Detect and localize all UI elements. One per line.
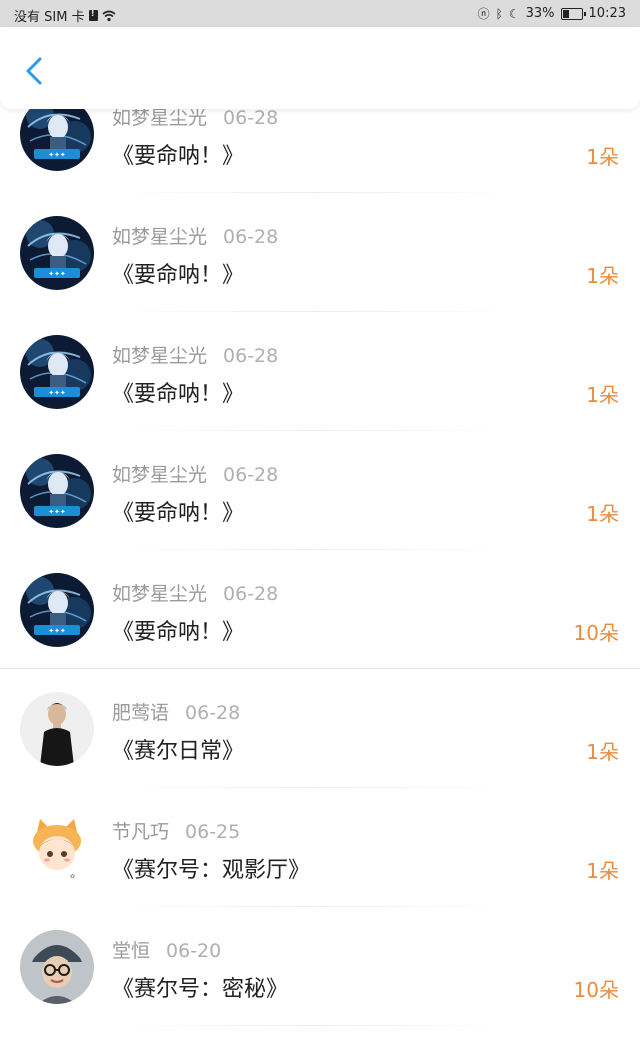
- name-date-line: 如梦星尘光 06-28: [112, 222, 278, 249]
- record-list-item[interactable]: 堂恒 06-20 《赛尔号：密秘》 10朵: [0, 929, 640, 1048]
- flower-amount: 1朵: [586, 502, 619, 526]
- record-date: 06-20: [166, 940, 222, 962]
- sender-name: 肥莺语: [112, 702, 170, 724]
- record-date: 06-28: [223, 107, 279, 129]
- record-date: 06-28: [223, 583, 279, 605]
- row-divider: [0, 668, 640, 669]
- record-list-item[interactable]: ✦✦✦ 如梦星尘光 06-28 《要命呐！》 10朵: [0, 572, 640, 691]
- sender-name: 节凡巧: [112, 821, 170, 843]
- flower-amount: 1朵: [586, 383, 619, 407]
- name-date-line: 如梦星尘光 06-28: [112, 460, 278, 487]
- svg-text:✦✦✦: ✦✦✦: [48, 627, 66, 635]
- row-divider: [120, 192, 510, 193]
- record-date: 06-28: [223, 226, 279, 248]
- work-title: 《要命呐！》: [112, 263, 245, 288]
- row-divider: [120, 430, 510, 431]
- record-list-item[interactable]: ✿ 节凡巧 06-25 《赛尔号：观影厅》 1朵: [0, 810, 640, 929]
- record-date: 06-28: [223, 345, 279, 367]
- work-title: 《要命呐！》: [112, 144, 245, 169]
- work-title: 《要命呐！》: [112, 501, 245, 526]
- record-list-item[interactable]: 肥莺语 06-28 《赛尔日常》 1朵: [0, 691, 640, 810]
- work-title: 《要命呐！》: [112, 620, 245, 645]
- flower-amount: 1朵: [586, 740, 619, 764]
- svg-text:✦✦✦: ✦✦✦: [48, 151, 66, 159]
- row-divider: [120, 1025, 510, 1026]
- sender-name: 如梦星尘光: [112, 345, 208, 367]
- record-date: 06-28: [185, 702, 241, 724]
- record-list-item[interactable]: ✦✦✦ 如梦星尘光 06-28 《要命呐！》 1朵: [0, 334, 640, 453]
- back-button[interactable]: [16, 51, 52, 91]
- avatar[interactable]: [20, 930, 94, 1004]
- work-title: 《赛尔日常》: [112, 739, 245, 764]
- flower-amount: 10朵: [573, 621, 619, 645]
- svg-text:✿: ✿: [70, 873, 75, 880]
- work-title: 《要命呐！》: [112, 382, 245, 407]
- record-list-item[interactable]: ✦✦✦ 如梦星尘光 06-28 《要命呐！》 1朵: [0, 96, 640, 215]
- flower-amount: 10朵: [573, 978, 619, 1002]
- flower-amount: 1朵: [586, 145, 619, 169]
- work-title: 《赛尔号：观影厅》: [112, 858, 311, 883]
- name-date-line: 节凡巧 06-25: [112, 817, 240, 844]
- avatar[interactable]: ✦✦✦: [20, 573, 94, 647]
- svg-text:✦✦✦: ✦✦✦: [48, 270, 66, 278]
- avatar[interactable]: ✦✦✦: [20, 335, 94, 409]
- sender-name: 如梦星尘光: [112, 583, 208, 605]
- flower-amount: 1朵: [586, 859, 619, 883]
- row-divider: [120, 549, 510, 550]
- svg-text:✦✦✦: ✦✦✦: [48, 389, 66, 397]
- work-title: 《赛尔号：密秘》: [112, 977, 289, 1002]
- sender-name: 如梦星尘光: [112, 107, 208, 129]
- chevron-left-icon: [26, 57, 42, 85]
- header-bar: [0, 27, 640, 109]
- record-date: 06-28: [223, 464, 279, 486]
- row-divider: [120, 787, 510, 788]
- record-list-item[interactable]: ✦✦✦ 如梦星尘光 06-28 《要命呐！》 1朵: [0, 453, 640, 572]
- name-date-line: 肥莺语 06-28: [112, 698, 240, 725]
- avatar[interactable]: [20, 692, 94, 766]
- sender-name: 堂恒: [112, 940, 151, 962]
- flower-amount: 1朵: [586, 264, 619, 288]
- avatar[interactable]: ✦✦✦: [20, 216, 94, 290]
- avatar[interactable]: ✿: [20, 811, 94, 885]
- sender-name: 如梦星尘光: [112, 226, 208, 248]
- row-divider: [120, 311, 510, 312]
- sender-name: 如梦星尘光: [112, 464, 208, 486]
- record-list-item[interactable]: ✦✦✦ 如梦星尘光 06-28 《要命呐！》 1朵: [0, 215, 640, 334]
- row-divider: [120, 906, 510, 907]
- name-date-line: 堂恒 06-20: [112, 936, 221, 963]
- name-date-line: 如梦星尘光 06-28: [112, 579, 278, 606]
- avatar[interactable]: ✦✦✦: [20, 454, 94, 528]
- record-date: 06-25: [185, 821, 241, 843]
- svg-text:✦✦✦: ✦✦✦: [48, 508, 66, 516]
- name-date-line: 如梦星尘光 06-28: [112, 341, 278, 368]
- gift-record-list: ✦✦✦ 如梦星尘光 06-28 《要命呐！》 1朵 ✦✦✦ 如梦星尘光 06-28 《要命…: [0, 0, 640, 1026]
